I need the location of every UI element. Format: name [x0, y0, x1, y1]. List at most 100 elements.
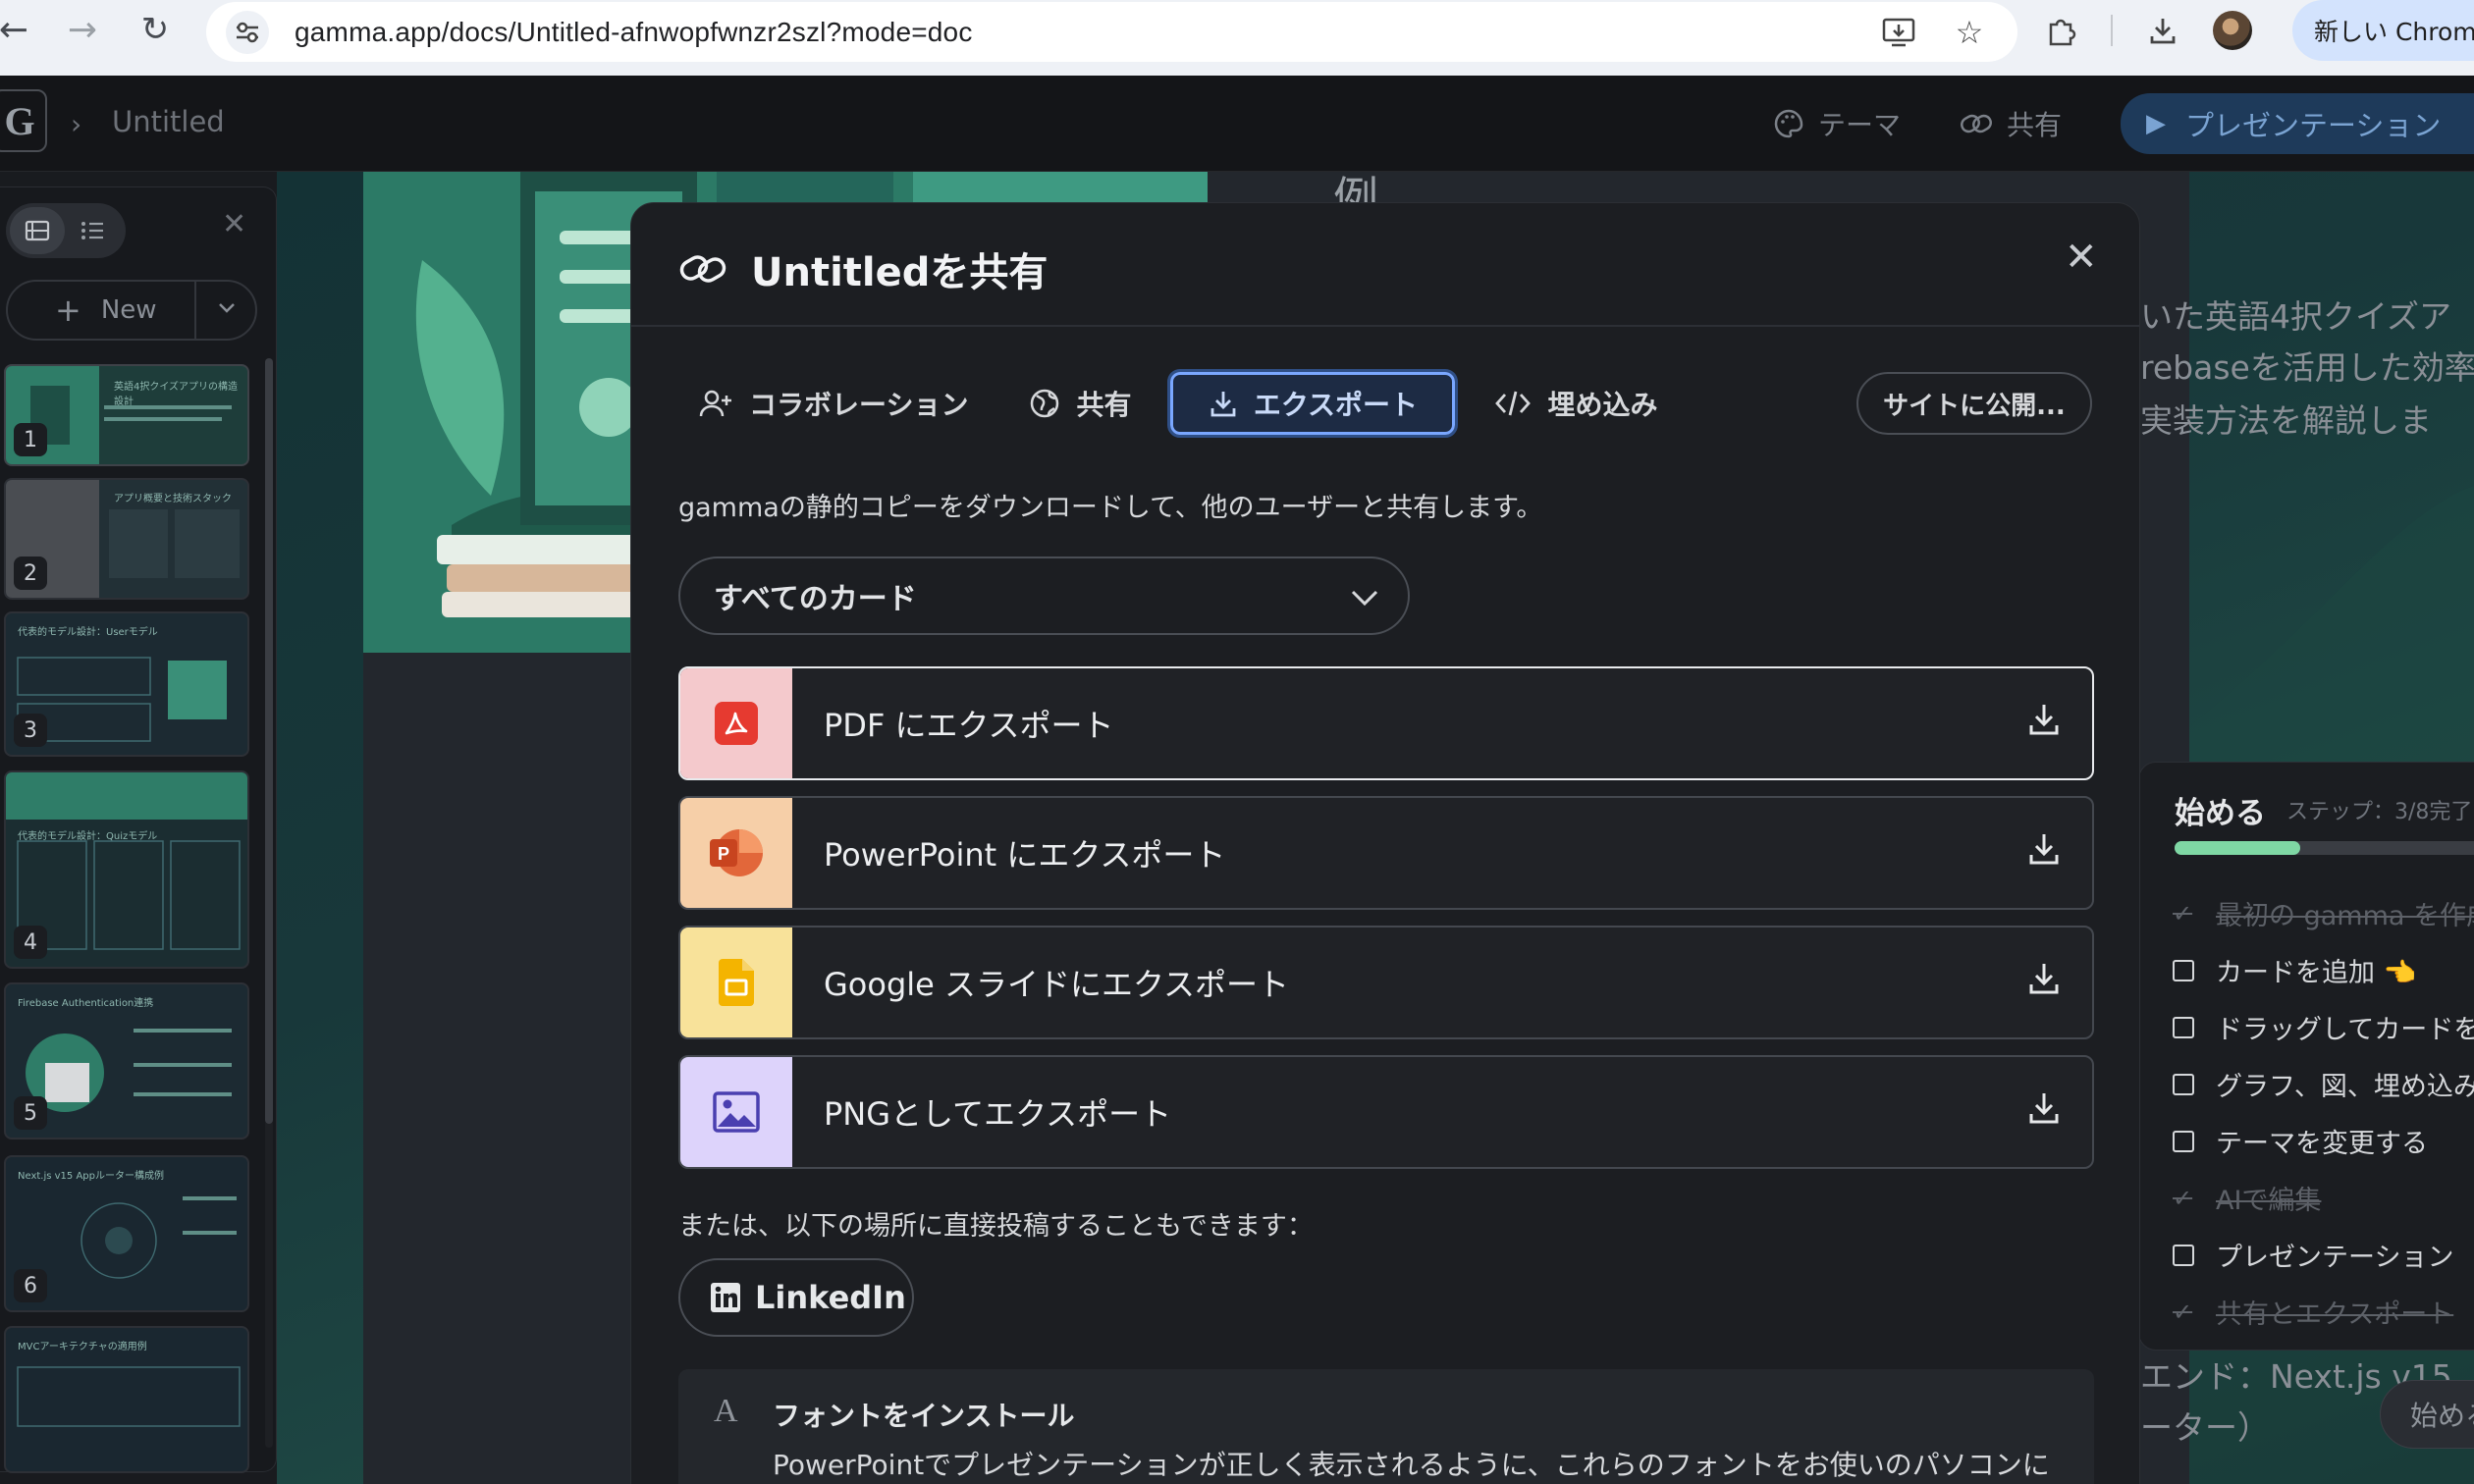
url-text[interactable]: gamma.app/docs/Untitled-afnwopfwnzr2szl?…: [295, 17, 973, 48]
gamma-logo[interactable]: G: [0, 89, 47, 152]
filmstrip-view-button[interactable]: [10, 207, 65, 254]
card-sidebar: ✕ + New 英語4択クイズアプリの構造設計 1 アプリ概要と技術スタック 2…: [0, 186, 277, 1473]
back-icon[interactable]: ←: [0, 2, 41, 57]
gs-item-label: プレゼンテーション: [2216, 1243, 2454, 1273]
browser-toolbar: ← → ↻ gamma.app/docs/Untitled-afnwopfwnz…: [0, 0, 2474, 76]
card-thumbnail-4[interactable]: 代表的モデル設計：Quizモデル 4: [4, 770, 249, 969]
tab-embed[interactable]: 埋め込み: [1473, 372, 1679, 435]
export-powerpoint-option[interactable]: P PowerPoint にエクスポート: [678, 796, 2094, 910]
export-description: gammaの静的コピーをダウンロードして、他のユーザーと共有します。: [678, 493, 1543, 523]
view-toggle: [6, 203, 126, 258]
export-option-label: PowerPoint にエクスポート: [824, 836, 1226, 874]
png-swatch: [680, 1057, 792, 1167]
bg-text-line-3: 実装方法を解説しま: [2140, 401, 2432, 440]
card-thumbnail-7[interactable]: MVCアーキテクチャの適用例: [4, 1326, 249, 1473]
present-label: プレゼンテーション: [2185, 109, 2442, 142]
google-slides-icon: [719, 959, 754, 1006]
breadcrumb-doc-title[interactable]: Untitled: [112, 105, 225, 138]
gs-item-theme[interactable]: テーマを変更する: [2173, 1122, 2428, 1160]
progress-fill: [2175, 841, 2300, 855]
gs-item-ai-edit[interactable]: ✓ AIで編集: [2173, 1179, 2321, 1217]
close-icon[interactable]: ✕: [2065, 235, 2098, 280]
gs-item-charts[interactable]: グラフ、図、埋め込み: [2173, 1065, 2474, 1103]
gs-item-label: テーマを変更する: [2216, 1129, 2428, 1159]
reload-icon[interactable]: ↻: [128, 2, 183, 57]
card-number: 6: [14, 1269, 47, 1302]
profile-avatar[interactable]: [2213, 11, 2252, 50]
thumbnail-caption: Firebase Authentication連携: [18, 998, 154, 1009]
card-number: 2: [14, 556, 47, 590]
getting-started-panel: 始める ステップ：3/8完了 ✓ 最初の gamma を作成 カードを追加 👈 ド…: [2138, 762, 2474, 1351]
share-header-button[interactable]: 共有: [1960, 104, 2062, 143]
thumbnail-caption: Next.js v15 Appルーター構成例: [18, 1171, 164, 1182]
export-png-option[interactable]: PNGとしてエクスポート: [678, 1055, 2094, 1169]
plus-icon: +: [55, 292, 81, 329]
bg-text-line-2: rebaseを活用した効率: [2140, 348, 2474, 387]
site-settings-icon[interactable]: [226, 10, 269, 54]
getting-started-button[interactable]: 始める: [2380, 1380, 2474, 1449]
present-button[interactable]: ▶ プレゼンテーション: [2121, 93, 2474, 154]
gs-item-add-card[interactable]: カードを追加 👈: [2173, 951, 2416, 989]
card-thumbnail-3[interactable]: 代表的モデル設計：Userモデル 3: [4, 611, 249, 757]
thumbnail-caption: MVCアーキテクチャの適用例: [18, 1342, 147, 1352]
bg-text-line-1: いた英語4択クイズア: [2140, 297, 2452, 336]
export-pdf-option[interactable]: PDF にエクスポート: [678, 666, 2094, 780]
export-option-label: PNGとしてエクスポート: [824, 1095, 1172, 1133]
toolbar-divider: [2111, 15, 2113, 46]
font-install-notice: A フォントをインストール PowerPointでプレゼンテーションが正しく表示…: [678, 1369, 2094, 1484]
link-icon: [679, 255, 726, 283]
thumbnail-caption: アプリ概要と技術スタック: [114, 494, 232, 504]
font-install-description: PowerPointでプレゼンテーションが正しく表示されるように、これらのフォン…: [773, 1449, 2050, 1481]
gs-item-label: ドラッグしてカードを: [2216, 1015, 2474, 1045]
linkedin-button[interactable]: LinkedIn: [678, 1258, 914, 1337]
filmstrip-icon: [25, 220, 50, 241]
pdf-swatch: [680, 668, 792, 778]
getting-started-progress: [2175, 841, 2474, 855]
card-number: 3: [14, 714, 47, 747]
getting-started-step: ステップ：3/8完了: [2286, 800, 2473, 824]
list-view-button[interactable]: [65, 207, 120, 254]
tab-export[interactable]: エクスポート: [1167, 369, 1459, 438]
card-number: 5: [14, 1096, 47, 1130]
export-option-label: PDF にエクスポート: [824, 707, 1114, 744]
card-thumbnail-5[interactable]: Firebase Authentication連携 5: [4, 982, 249, 1140]
code-icon: [1495, 391, 1532, 416]
export-google-slides-option[interactable]: Google スライドにエクスポート: [678, 926, 2094, 1039]
downloads-icon[interactable]: [2144, 12, 2181, 49]
gs-item-label: グラフ、図、埋め込み: [2216, 1072, 2474, 1102]
card-thumbnail-1[interactable]: 英語4択クイズアプリの構造設計 1: [4, 364, 249, 466]
card-range-select[interactable]: すべてのカード: [678, 556, 1410, 635]
gs-item-present[interactable]: プレゼンテーション: [2173, 1236, 2453, 1274]
sidebar-scrollbar-thumb[interactable]: [265, 358, 273, 1124]
install-app-icon[interactable]: [1880, 14, 1917, 51]
theme-button[interactable]: テーマ: [1773, 104, 1901, 143]
new-card-label: New: [100, 295, 157, 325]
download-icon: [2027, 702, 2061, 741]
share-tabs: コラボレーション 共有 エクスポート 埋め込み: [676, 369, 1696, 438]
forward-icon[interactable]: →: [55, 2, 110, 57]
card-thumbnail-2[interactable]: アプリ概要と技術スタック 2: [4, 478, 249, 600]
new-card-button[interactable]: + New: [6, 280, 257, 341]
checkbox-icon: [2173, 959, 2194, 981]
tab-label: エクスポート: [1253, 389, 1419, 421]
gs-item-drag-card[interactable]: ドラッグしてカードを: [2173, 1008, 2474, 1046]
globe-icon: [1031, 389, 1059, 418]
play-icon: ▶: [2146, 109, 2166, 138]
gs-item-create[interactable]: ✓ 最初の gamma を作成: [2173, 894, 2474, 932]
download-icon: [1210, 392, 1236, 417]
bookmark-star-icon[interactable]: ☆: [1951, 14, 1988, 51]
add-user-icon: [699, 390, 731, 417]
publish-site-button[interactable]: サイトに公開...: [1856, 372, 2092, 435]
google-slides-swatch: [680, 928, 792, 1037]
close-sidebar-icon[interactable]: ✕: [222, 207, 246, 241]
getting-started-title: 始める: [2175, 796, 2266, 831]
tab-share[interactable]: 共有: [1007, 372, 1153, 435]
extensions-icon[interactable]: [2042, 12, 2079, 49]
address-bar[interactable]: gamma.app/docs/Untitled-afnwopfwnzr2szl?…: [206, 2, 2017, 62]
gs-item-share-export[interactable]: ✓ 共有とエクスポート: [2173, 1293, 2453, 1331]
new-chrome-button[interactable]: 新しい Chrom: [2292, 0, 2474, 61]
tab-collaboration[interactable]: コラボレーション: [676, 372, 990, 435]
powerpoint-icon: P: [710, 829, 763, 876]
chevron-down-icon[interactable]: [216, 295, 238, 325]
card-thumbnail-6[interactable]: Next.js v15 Appルーター構成例 6: [4, 1155, 249, 1312]
